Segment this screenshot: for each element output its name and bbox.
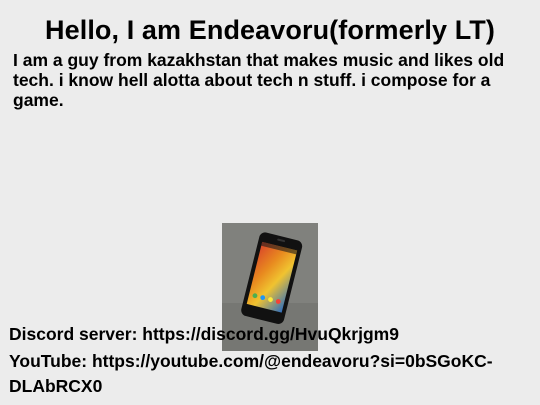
bio-line: tech. i know hell alotta about tech n st… — [13, 70, 491, 90]
slide-title: Hello, I am Endeavoru(formerly LT) — [45, 15, 495, 45]
youtube-link-continued[interactable]: DLAbRCX0 — [9, 373, 102, 399]
bio-text: I am a guy from kazakhstan that makes mu… — [13, 50, 513, 110]
bio-line: game. — [13, 90, 64, 110]
youtube-link[interactable]: YouTube: https://youtube.com/@endeavoru?… — [9, 348, 493, 374]
slide: Hello, I am Endeavoru(formerly LT) I am … — [0, 0, 540, 405]
discord-link[interactable]: Discord server: https://discord.gg/HvuQk… — [9, 321, 399, 347]
bio-line: I am a guy from kazakhstan that makes mu… — [13, 50, 505, 70]
